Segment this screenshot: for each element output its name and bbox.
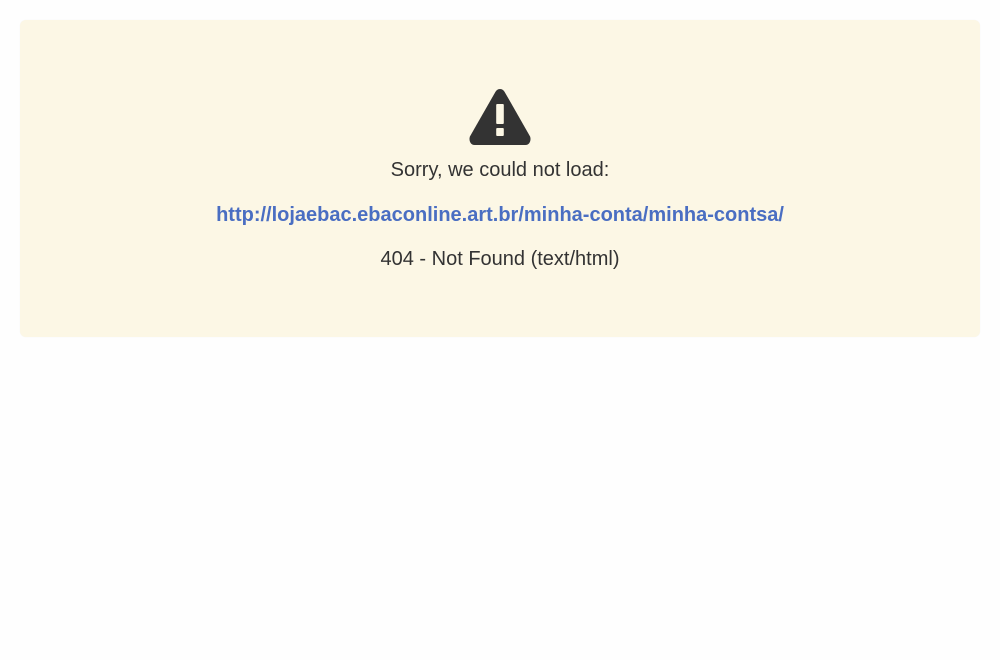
warning-icon <box>469 89 531 145</box>
error-status: 404 - Not Found (text/html) <box>380 248 620 270</box>
failed-url-link[interactable]: http://lojaebac.ebaconline.art.br/minha-… <box>20 203 980 227</box>
error-panel: Sorry, we could not load: http://lojaeba… <box>20 20 980 337</box>
error-message: Sorry, we could not load: <box>390 159 610 181</box>
